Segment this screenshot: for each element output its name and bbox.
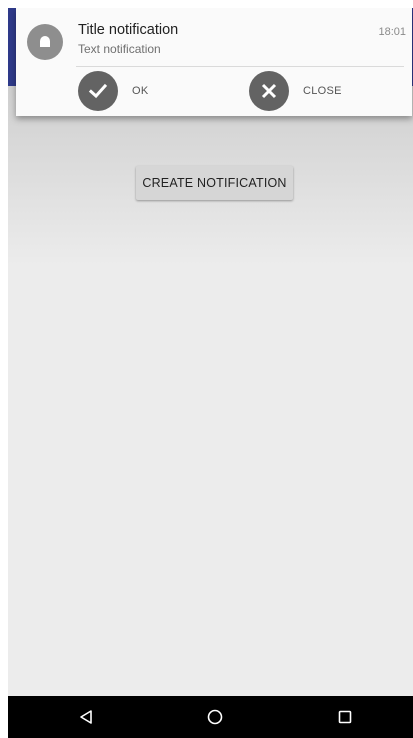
app-notification-icon bbox=[27, 24, 63, 60]
create-notification-button[interactable]: CREATE NOTIFICATION bbox=[136, 166, 293, 200]
check-icon bbox=[78, 71, 118, 111]
ok-action-button[interactable]: OK bbox=[78, 70, 149, 112]
notification-divider bbox=[76, 66, 404, 67]
notification-time: 18:01 bbox=[378, 26, 406, 38]
back-triangle-icon[interactable] bbox=[56, 696, 116, 738]
close-action-button[interactable]: CLOSE bbox=[249, 70, 342, 112]
close-action-label: CLOSE bbox=[303, 85, 342, 97]
phone-screen: CREATE NOTIFICATION Title notification T… bbox=[8, 8, 413, 738]
notification-card[interactable]: Title notification Text notification 18:… bbox=[16, 8, 412, 116]
ok-action-label: OK bbox=[132, 85, 149, 97]
notification-title: Title notification bbox=[78, 22, 179, 38]
notification-text: Text notification bbox=[78, 42, 161, 56]
recent-square-icon[interactable] bbox=[315, 696, 375, 738]
close-icon bbox=[249, 71, 289, 111]
navigation-bar bbox=[8, 696, 413, 738]
home-circle-icon[interactable] bbox=[185, 696, 245, 738]
